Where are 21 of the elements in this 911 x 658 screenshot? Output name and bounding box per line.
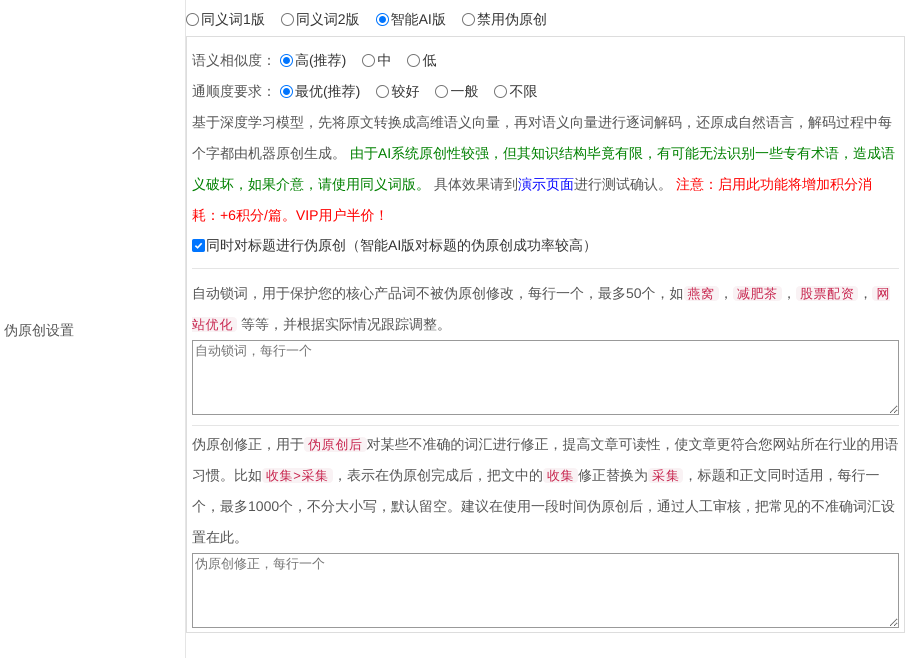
radio-option[interactable]: 禁用伪原创	[462, 8, 547, 30]
radio-option[interactable]: 同义词2版	[280, 8, 360, 30]
lock-words-description: 自动锁词，用于保护您的核心产品词不被伪原创修改，每行一个，最多50个，如 燕窝 ， 减肥茶 ， 股票配资 ， 网站优化 等等，并根据实际情况跟踪调整。	[192, 284, 892, 334]
correction-field[interactable]: 伪原创修正，每行一个	[192, 553, 899, 628]
radio-option[interactable]: 最优(推荐)	[280, 81, 360, 102]
ai-description: 基于深度学习模型，先将原文转换成高维语义向量，再对语义向量进行逐词解码，还原成自然语言，解码过程中每个字都由机器原创生成。 由于AI系统原创性较强，但其知识结构毕竟有限，有可能无法识别一些专有术语，造成语义破坏，如果介意，请使用同义词版。 具体效果请到演示页面进行测试确认。 注意：启用此功能将增加积分消耗：+6积分/篇。VIP用户半价！	[192, 113, 896, 225]
lock-words-field[interactable]: 自动锁词，每行一个	[192, 340, 899, 415]
radio-option[interactable]: 高(推荐)	[280, 50, 346, 71]
field-label: 语义相似度：	[192, 51, 276, 70]
radio-option[interactable]: 不限	[494, 81, 538, 102]
demo-page-link[interactable]: 演示页面	[518, 176, 574, 192]
correction-description: 伪原创修正，用于 伪原创后 对某些不准确的词汇进行修正，提高文章可读性，使文章更符合您网站所在行业的用语习惯。比如 收集>采集 ，表示在伪原创完成后，把文中的 收集 修正替换为 采集 ，标题和正文同时适用，每行一个，最多1000个，不分大小写，默认留空。建议在使用一段时间伪原创后，通过人工审核，把常见的不准确词汇设置在此。	[192, 435, 899, 547]
radio-option[interactable]: 一般	[435, 81, 478, 102]
radio-option[interactable]: 低	[407, 50, 436, 71]
section-label: 伪原创设置	[3, 320, 74, 340]
field-label: 通顺度要求：	[192, 82, 276, 101]
radio-option[interactable]: 同义词1版	[186, 8, 265, 30]
radio-option[interactable]: 智能AI版	[376, 8, 446, 30]
radio-option[interactable]: 中	[362, 50, 392, 71]
radio-option[interactable]: 较好	[376, 81, 420, 102]
title-rewrite-checkbox[interactable]: 同时对标题进行伪原创（智能AI版对标题的伪原创成功率较高）	[192, 231, 899, 259]
